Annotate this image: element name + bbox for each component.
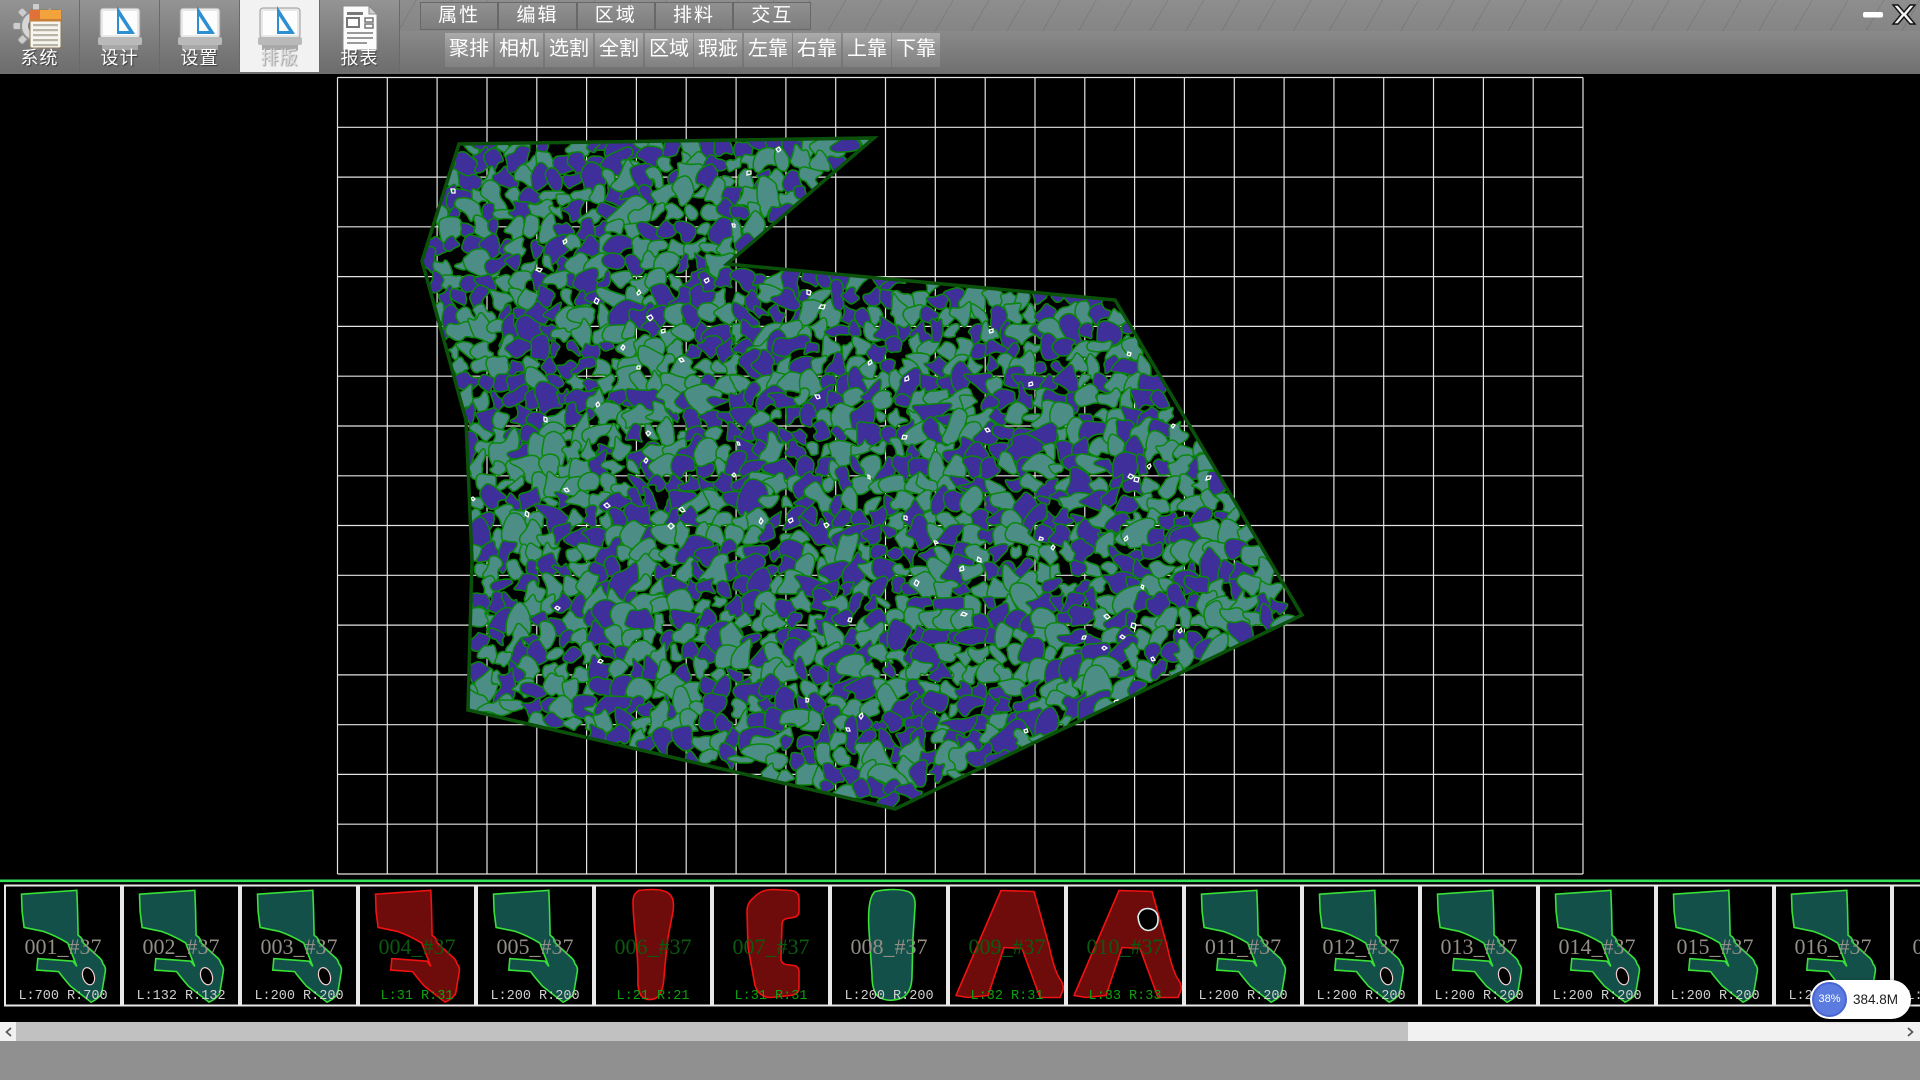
svg-text:017_#37: 017_#37	[1913, 934, 1920, 959]
svg-text:016_#37: 016_#37	[1795, 934, 1872, 959]
svg-text:010_#37: 010_#37	[1087, 934, 1164, 959]
svg-text:L:132 R:132: L:132 R:132	[136, 989, 225, 1004]
svg-text:L:200 R:200: L:200 R:200	[490, 989, 579, 1004]
svg-text:007_#37: 007_#37	[733, 934, 810, 959]
svg-text:015_#37: 015_#37	[1677, 934, 1754, 959]
svg-text:L:200 R:200: L:200 R:200	[254, 989, 343, 1004]
svg-text:L:200 R:200: L:200 R:200	[844, 989, 933, 1004]
svg-text:L:31 R:31: L:31 R:31	[735, 989, 808, 1004]
svg-text:011_#37: 011_#37	[1205, 934, 1281, 959]
svg-text:L:200 R:200: L:200 R:200	[1552, 989, 1641, 1004]
svg-text:002_#37: 002_#37	[143, 934, 220, 959]
svg-text:L:33 R:33: L:33 R:33	[1089, 989, 1162, 1004]
svg-text:009_#37: 009_#37	[969, 934, 1046, 959]
svg-text:006_#37: 006_#37	[615, 934, 692, 959]
svg-text:004_#37: 004_#37	[379, 934, 456, 959]
svg-text:012_#37: 012_#37	[1323, 934, 1400, 959]
svg-text:L:32 R:31: L:32 R:31	[971, 989, 1044, 1004]
svg-text:L:200 R:200: L:200 R:200	[1198, 989, 1287, 1004]
svg-text:005_#37: 005_#37	[497, 934, 574, 959]
svg-text:L:21 R:21: L:21 R:21	[617, 989, 690, 1004]
svg-text:L:31 R:31: L:31 R:31	[381, 989, 454, 1004]
svg-text:001_#37: 001_#37	[25, 934, 102, 959]
svg-text:L:200 R:200: L:200 R:200	[1316, 989, 1405, 1004]
svg-text:014_#37: 014_#37	[1559, 934, 1636, 959]
svg-text:003_#37: 003_#37	[261, 934, 338, 959]
svg-text:L:200 R:200: L:200 R:200	[1434, 989, 1523, 1004]
svg-text:L:200 R:200: L:200 R:200	[1670, 989, 1759, 1004]
svg-text:013_#37: 013_#37	[1441, 934, 1518, 959]
svg-text:L:700 R:700: L:700 R:700	[18, 989, 107, 1004]
svg-text:008_#37: 008_#37	[851, 934, 928, 959]
